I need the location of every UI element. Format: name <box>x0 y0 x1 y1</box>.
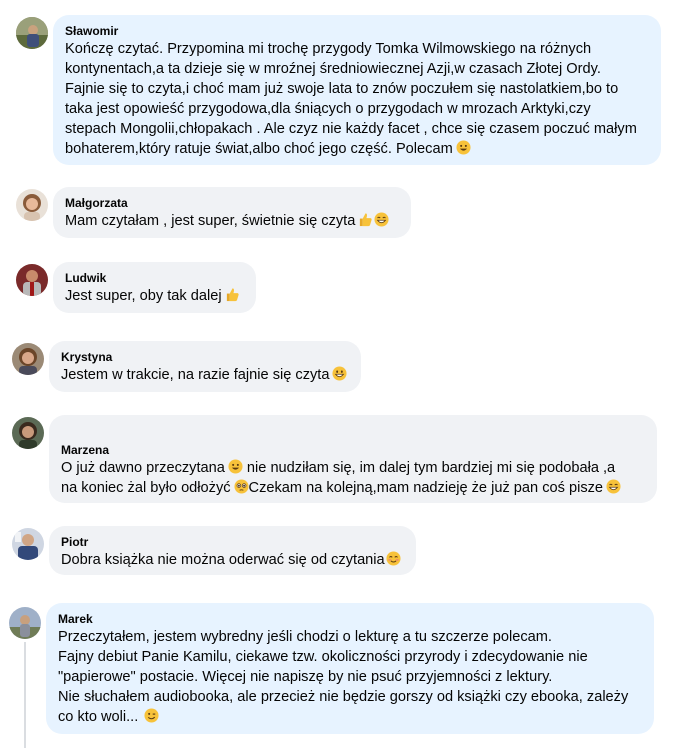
reply-thread-line <box>24 642 26 748</box>
comment-author[interactable]: Krystyna <box>61 349 349 365</box>
avatar-photo <box>16 189 48 221</box>
comment-author[interactable]: Piotr <box>61 534 404 550</box>
avatar-photo <box>12 343 44 375</box>
thumbs-up-emoji-icon <box>226 288 239 302</box>
comment-bubble: Sławomir Kończę czytać. Przypomina mi tr… <box>53 15 661 165</box>
avatar-photo <box>16 17 48 49</box>
avatar-photo <box>12 417 44 449</box>
smiling-face-emoji-icon <box>456 140 471 155</box>
winking-face-emoji-icon <box>144 708 159 723</box>
grinning-face-emoji-icon <box>374 212 389 227</box>
comment-author[interactable]: Marek <box>58 611 642 627</box>
comment-text: Jestem w trakcie, na razie fajnie się cz… <box>61 365 349 385</box>
comment-bubble: Marek Przeczytałem, jestem wybredny jeśl… <box>46 603 654 734</box>
comment-author[interactable]: Sławomir <box>65 23 649 39</box>
comment-bubble: Piotr Dobra książka nie można oderwać si… <box>49 526 416 575</box>
comment-text: Mam czytałam , jest super, świetnie się … <box>65 211 399 231</box>
avatar[interactable] <box>12 528 44 560</box>
comment-author[interactable]: Marzena <box>61 442 645 458</box>
comment-text: Jest super, oby tak dalej <box>65 286 244 306</box>
avatar[interactable] <box>16 17 48 49</box>
comment-text: Dobra książka nie można oderwać się od c… <box>61 550 404 570</box>
blushing-face-emoji-icon <box>386 551 401 566</box>
comment-author[interactable]: Małgorzata <box>65 195 399 211</box>
avatar[interactable] <box>16 264 48 296</box>
comment-bubble: Marzena O już dawno przeczytana nie nudz… <box>49 415 657 503</box>
pleading-face-emoji-icon <box>234 479 249 494</box>
comment-author[interactable]: Ludwik <box>65 270 244 286</box>
comment-text: Przeczytałem, jestem wybredny jeśli chod… <box>58 629 629 725</box>
comment-bubble: Krystyna Jestem w trakcie, na razie fajn… <box>49 341 361 392</box>
avatar[interactable] <box>9 607 41 639</box>
avatar-photo <box>12 528 44 560</box>
comment-text: Kończę czytać. Przypomina mi trochę przy… <box>65 41 637 157</box>
avatar[interactable] <box>12 417 44 449</box>
comment-text: O już dawno przeczytana nie nudziłam się… <box>61 458 645 498</box>
thumbs-up-emoji-icon <box>360 213 372 227</box>
grinning-face-emoji-icon <box>606 479 621 494</box>
comment-bubble: Małgorzata Mam czytałam , jest super, św… <box>53 187 411 238</box>
grinning-face-emoji-icon <box>332 366 347 381</box>
comment-bubble: Ludwik Jest super, oby tak dalej <box>53 262 256 313</box>
smiling-face-emoji-icon <box>228 459 243 474</box>
avatar[interactable] <box>12 343 44 375</box>
avatar[interactable] <box>16 189 48 221</box>
avatar-photo <box>16 264 48 296</box>
avatar-photo <box>9 607 41 639</box>
